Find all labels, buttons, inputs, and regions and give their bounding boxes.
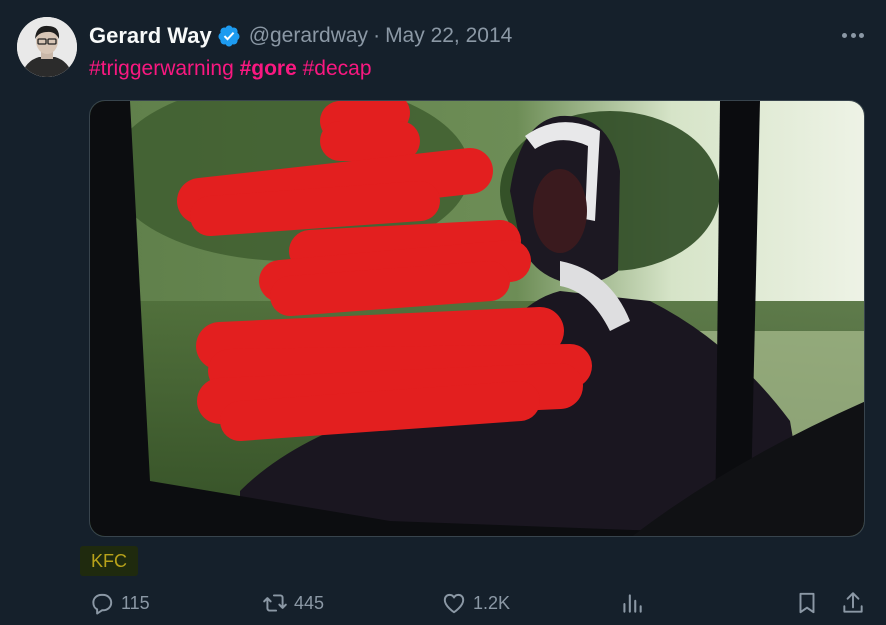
display-name[interactable]: Gerard Way	[89, 23, 212, 49]
heart-icon	[443, 593, 465, 614]
reply-icon	[92, 593, 113, 615]
tweet-date[interactable]: May 22, 2014	[385, 24, 512, 48]
share-button[interactable]	[840, 588, 872, 618]
censored-photo	[90, 101, 864, 536]
reply-count: 115	[121, 592, 150, 613]
like-button[interactable]: 1.2K	[441, 588, 510, 618]
more-options-icon[interactable]	[842, 30, 864, 40]
retweet-button[interactable]: 445	[262, 588, 324, 618]
user-handle[interactable]: @gerardway	[249, 24, 368, 48]
retweet-count: 445	[294, 592, 325, 613]
bookmark-icon	[799, 592, 815, 614]
share-icon	[843, 592, 863, 613]
avatar[interactable]	[17, 17, 77, 77]
views-button[interactable]	[619, 588, 651, 618]
media-badge-kfc: KFC	[80, 546, 138, 576]
hashtag-triggerwarning[interactable]: #triggerwarning	[89, 57, 234, 80]
tweet-header: Gerard Way @gerardway · May 22, 2014	[89, 22, 512, 50]
hashtag-gore[interactable]: #gore	[240, 57, 297, 80]
analytics-icon	[623, 594, 642, 613]
action-bar: 115 445 1.2K	[0, 588, 886, 618]
tweet[interactable]: Gerard Way @gerardway · May 22, 2014 #tr…	[0, 0, 886, 625]
retweet-icon	[263, 594, 287, 612]
bookmark-button[interactable]	[794, 588, 826, 618]
hashtag-decap[interactable]: #decap	[303, 57, 372, 80]
separator-dot: ·	[373, 24, 381, 47]
reply-button[interactable]: 115	[89, 588, 150, 618]
tweet-text: #triggerwarning #gore #decap	[89, 56, 372, 82]
verified-badge-icon[interactable]	[217, 24, 241, 48]
tweet-media-image[interactable]	[89, 100, 865, 537]
like-count: 1.2K	[473, 592, 511, 613]
